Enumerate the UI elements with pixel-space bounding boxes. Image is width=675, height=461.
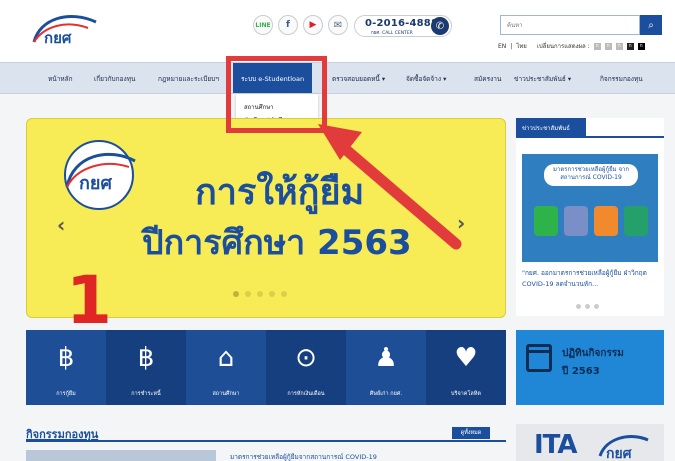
- service-repayment[interactable]: ฿ การชำระหนี้: [106, 330, 186, 405]
- carousel-dot[interactable]: [281, 291, 287, 297]
- banner-title: การให้กู้ยืม: [195, 172, 365, 213]
- loan-icon: ฿: [57, 343, 75, 373]
- service-blood-donation[interactable]: ♥ บริจาคโลหิต: [426, 330, 506, 405]
- lang-th[interactable]: ไทย: [516, 41, 527, 51]
- activity-image[interactable]: [26, 450, 216, 461]
- service-label: สถานศึกษา: [212, 391, 240, 397]
- search-icon[interactable]: ⌕: [640, 15, 662, 35]
- carousel-dots: [233, 291, 287, 297]
- news-tab[interactable]: ข่าวประชาสัมพันธ์: [516, 118, 586, 136]
- call-number: 0-2016-4888: [365, 18, 439, 29]
- line-icon[interactable]: LINE: [253, 15, 273, 35]
- calendar-title: ปฏิทินกิจกรรม: [562, 348, 624, 359]
- carousel-dot[interactable]: [245, 291, 251, 297]
- site-logo[interactable]: กยศ: [30, 12, 102, 52]
- ita-logo: กยศ: [598, 435, 649, 461]
- activities-underline: [26, 440, 506, 442]
- service-alumni[interactable]: ♟ ศิษย์เก่า กยศ.: [346, 330, 426, 405]
- nav-law[interactable]: กฎหมายและระเบียบฯ: [158, 74, 219, 84]
- font-small-button[interactable]: ก: [593, 42, 601, 50]
- svg-text:กยศ: กยศ: [606, 446, 633, 461]
- service-loan[interactable]: ฿ การกู้ยืม: [26, 330, 106, 405]
- site-header: กยศ LINE f ▶ ✉ 0-2016-4888 กยศ. CALL CEN…: [0, 0, 675, 62]
- social-links: LINE f ▶ ✉: [253, 15, 348, 35]
- calendar-year: ปี 2563: [562, 366, 600, 377]
- banner-subtitle: ปีการศึกษา 2563: [142, 223, 412, 263]
- service-salary-deduction[interactable]: ⊙ การหักเงินเดือน: [266, 330, 346, 405]
- highlight-box: [226, 56, 327, 133]
- nav-procurement[interactable]: จัดซื้อจัดจ้าง ▾: [406, 74, 446, 84]
- service-label: บริจาคโลหิต: [451, 391, 481, 397]
- nav-activities[interactable]: กิจกรรมกองทุน: [600, 74, 643, 84]
- people-icon: ⊙: [295, 343, 317, 373]
- nav-about[interactable]: เกี่ยวกับกองทุน: [94, 74, 135, 84]
- service-label: ศิษย์เก่า กยศ.: [369, 391, 403, 397]
- lang-separator: |: [510, 42, 513, 50]
- news-tab-underline: [516, 136, 664, 138]
- search-box: ⌕: [500, 15, 662, 35]
- lang-en[interactable]: EN: [498, 43, 506, 50]
- repayment-icon: ฿: [137, 343, 155, 373]
- person-icon: ♟: [374, 343, 398, 373]
- facebook-icon[interactable]: f: [278, 15, 298, 35]
- news-dot[interactable]: [576, 304, 581, 309]
- news-dots: [576, 304, 599, 309]
- service-institution[interactable]: ⌂ สถานศึกษา: [186, 330, 266, 405]
- svg-text:กยศ: กยศ: [44, 29, 72, 47]
- nav-check-debt[interactable]: ตรวจสอบยอดหนี้ ▾: [332, 74, 385, 84]
- call-center[interactable]: 0-2016-4888 กยศ. CALL CENTER ✆: [354, 15, 452, 37]
- carousel-dot[interactable]: [269, 291, 275, 297]
- news-image-heading: มาตรการช่วยเหลือผู้กู้ยืม จากสถานการณ์ C…: [544, 164, 638, 186]
- service-label: การกู้ยืม: [56, 391, 76, 397]
- services-bar: ฿ การกู้ยืม ฿ การชำระหนี้ ⌂ สถานศึกษา ⊙ …: [26, 330, 506, 405]
- font-medium-button[interactable]: ก: [604, 42, 612, 50]
- mail-icon[interactable]: ✉: [328, 15, 348, 35]
- news-image[interactable]: มาตรการช่วยเหลือผู้กู้ยืม จากสถานการณ์ C…: [522, 154, 658, 262]
- see-all-button[interactable]: ดูทั้งหมด: [452, 427, 490, 439]
- school-icon: ⌂: [217, 343, 235, 373]
- carousel-dot[interactable]: [257, 291, 263, 297]
- carousel-prev-icon[interactable]: ‹: [57, 213, 65, 237]
- banner-logo: กยศ: [64, 140, 136, 210]
- measure-tile: [594, 206, 618, 236]
- youtube-icon[interactable]: ▶: [303, 15, 323, 35]
- font-large-button[interactable]: ก: [615, 42, 623, 50]
- nav-jobs[interactable]: สมัครงาน: [474, 74, 501, 84]
- carousel-next-icon[interactable]: ›: [457, 211, 465, 235]
- font-size-label: เปลี่ยนการแสดงผล :: [536, 43, 590, 50]
- news-dot[interactable]: [585, 304, 590, 309]
- measure-tile: [534, 206, 558, 236]
- news-headline[interactable]: "กยศ. ออกมาตรการช่วยเหลือผู้กู้ยืม ฝ่าวิ…: [522, 268, 662, 290]
- calendar-icon: [526, 344, 552, 372]
- contrast-black-button[interactable]: ก: [637, 42, 645, 50]
- main-nav: หน้าหลัก เกี่ยวกับกองทุน กฎหมายและระเบีย…: [0, 62, 675, 94]
- ita-text: ITA: [534, 430, 578, 460]
- search-input[interactable]: [500, 15, 640, 35]
- carousel-dot[interactable]: [233, 291, 239, 297]
- activity-calendar[interactable]: ปฏิทินกิจกรรม ปี 2563: [516, 330, 664, 405]
- step-number-annotation: 1: [66, 262, 112, 339]
- news-panel: ข่าวประชาสัมพันธ์ มาตรการช่วยเหลือผู้กู้…: [516, 118, 664, 316]
- news-dot[interactable]: [594, 304, 599, 309]
- call-label: กยศ. CALL CENTER: [371, 31, 413, 36]
- ita-banner[interactable]: ITA กยศ: [516, 424, 664, 461]
- nav-news[interactable]: ข่าวประชาสัมพันธ์ ▾: [514, 74, 571, 84]
- activity-headline[interactable]: มาตรการช่วยเหลือผู้กู้ยืมจากสถานการณ์ CO…: [230, 452, 377, 461]
- measure-tile: [564, 206, 588, 236]
- nav-home[interactable]: หน้าหลัก: [48, 74, 73, 84]
- contrast-dark-button[interactable]: ก: [626, 42, 634, 50]
- svg-text:กยศ: กยศ: [79, 173, 112, 194]
- language-bar: EN | ไทย เปลี่ยนการแสดงผล : ก ก ก ก ก: [498, 41, 645, 51]
- page: กยศ LINE f ▶ ✉ 0-2016-4888 กยศ. CALL CEN…: [0, 0, 675, 461]
- phone-icon: ✆: [431, 17, 449, 35]
- measure-tile: [624, 206, 648, 236]
- service-label: การชำระหนี้: [131, 391, 161, 397]
- heart-icon: ♥: [454, 343, 478, 373]
- service-label: การหักเงินเดือน: [287, 391, 325, 397]
